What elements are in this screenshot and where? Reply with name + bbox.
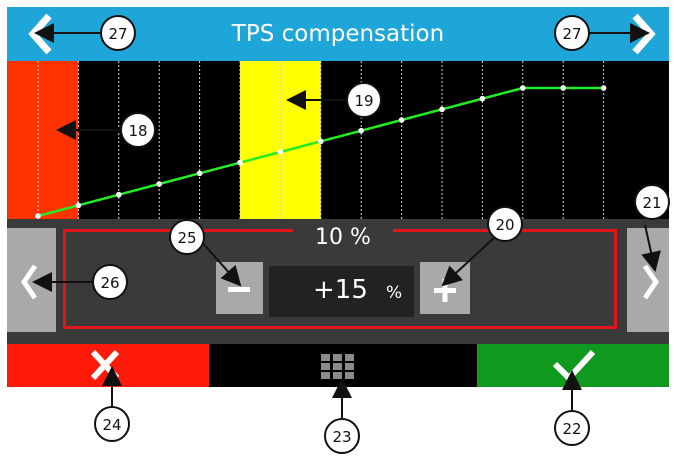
value-text: +15 [313,275,368,305]
red-zone [7,61,79,219]
page-title: TPS compensation [231,21,445,47]
chevron-right-icon [642,264,660,300]
callout-23-text: 23 [332,428,351,446]
curve-point [35,213,41,219]
minus-icon [228,287,250,292]
grid-menu-icon [321,354,354,379]
curve-point [600,85,607,91]
next-page-icon[interactable] [629,12,659,56]
callout-22-text: 22 [562,420,581,438]
curve-point [479,95,486,102]
compensation-graph[interactable] [7,61,669,219]
next-column-button[interactable] [627,228,669,332]
curve-point [318,138,324,145]
curve-point [116,191,122,198]
value-unit: % [386,283,403,303]
curve-point [520,85,526,91]
close-icon [90,349,120,381]
increase-button[interactable] [420,262,470,314]
cancel-button[interactable] [7,344,209,387]
curve-point [439,106,445,113]
callout-24 [94,406,130,442]
callout-24-text: 24 [102,416,121,434]
prev-column-button[interactable] [7,228,56,332]
value-display: +15 % [269,266,414,317]
callout-22 [554,410,590,446]
check-icon [552,349,596,383]
curve-point [75,202,82,209]
plus-icon [434,279,456,302]
confirm-button[interactable] [477,344,669,387]
value-editor-area: 10 % +15 % [7,219,669,344]
curve-point [398,117,405,123]
curve-point [277,149,284,155]
yellow-zone [240,61,321,219]
callout-23 [324,418,360,454]
curve-point [560,85,566,91]
title-bar: TPS compensation [7,7,669,61]
column-position-label: 10 % [293,223,393,253]
curve-point [358,127,365,134]
chevron-left-icon [20,264,38,300]
graph-canvas [7,61,607,219]
curve-point [156,181,162,187]
decrease-button[interactable] [216,262,263,314]
curve-point [237,159,243,166]
curve-point [196,170,203,177]
menu-button[interactable] [209,344,477,387]
